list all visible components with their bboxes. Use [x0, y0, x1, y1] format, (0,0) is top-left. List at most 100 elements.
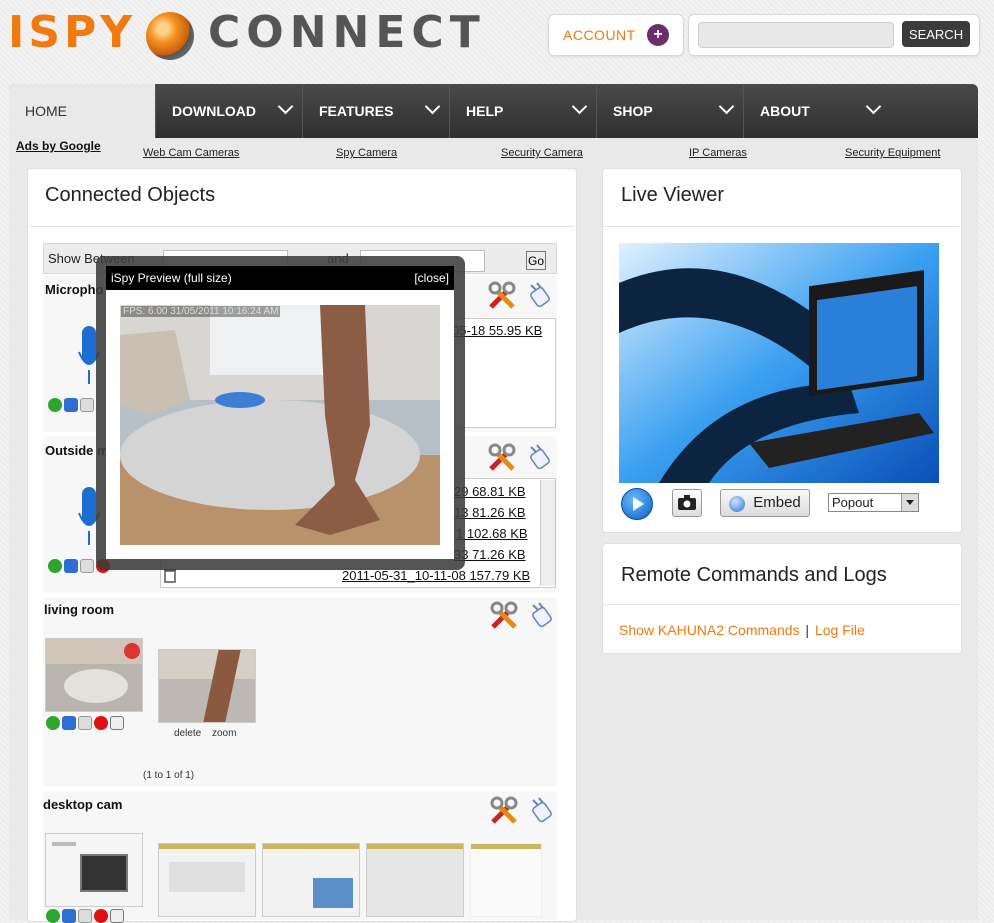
nav-features-label: FEATURES	[319, 103, 394, 119]
log-icon[interactable]	[80, 559, 94, 573]
trash-icon[interactable]	[62, 716, 76, 730]
embed-label: Embed	[753, 494, 801, 512]
delete-link[interactable]: delete	[174, 728, 201, 739]
account-plus-icon[interactable]: +	[647, 24, 669, 46]
tools-icon[interactable]	[487, 281, 517, 311]
camera-controls	[46, 909, 124, 923]
snapshot-button[interactable]	[672, 489, 702, 517]
live-viewer-title: Live Viewer	[621, 184, 725, 206]
power-icon[interactable]	[48, 398, 62, 412]
trash-icon[interactable]	[62, 909, 76, 923]
connected-objects-title: Connected Objects	[45, 184, 216, 206]
nav-features[interactable]: FEATURES	[303, 84, 450, 138]
tools-icon[interactable]	[489, 796, 519, 826]
record-icon[interactable]	[94, 909, 108, 923]
section-title: living room	[44, 602, 115, 617]
nav-home[interactable]: HOME	[9, 84, 156, 138]
preview-header: iSpy Preview (full size) [close]	[106, 266, 454, 290]
plug-icon[interactable]	[527, 601, 557, 631]
power-icon[interactable]	[46, 909, 60, 923]
section-title: Micropho	[45, 282, 104, 297]
popout-select[interactable]: Popout	[828, 493, 919, 512]
section-title: desktop cam	[43, 797, 123, 812]
mic-controls	[48, 398, 94, 412]
camera-icon	[678, 495, 696, 510]
logo-text-ispy[interactable]: ISPY	[8, 8, 136, 58]
ad-link[interactable]: Spy Camera	[336, 147, 397, 159]
nav-about-label: ABOUT	[760, 103, 810, 119]
snapshot-thumbnail[interactable]	[158, 843, 256, 917]
zoom-link[interactable]: zoom	[212, 728, 236, 739]
nav-shop-label: SHOP	[613, 103, 653, 119]
popout-value: Popout	[832, 495, 874, 510]
chevron-down-icon	[718, 98, 735, 115]
link-separator: |	[805, 622, 810, 638]
chevron-down-icon	[571, 98, 588, 115]
play-icon	[633, 497, 644, 511]
play-button[interactable]	[621, 488, 653, 520]
preview-title: iSpy Preview (full size)	[111, 271, 232, 285]
chevron-down-icon	[865, 98, 882, 115]
camera-icon[interactable]	[110, 716, 124, 730]
embed-icon	[729, 495, 746, 512]
search-input[interactable]	[698, 22, 894, 48]
preview-image[interactable]	[120, 305, 440, 545]
divider	[603, 604, 959, 605]
remote-commands-title: Remote Commands and Logs	[621, 564, 887, 586]
power-icon[interactable]	[46, 716, 60, 730]
record-icon[interactable]	[94, 716, 108, 730]
nav-help-label: HELP	[466, 103, 504, 119]
snapshot-thumbnail[interactable]	[158, 649, 256, 723]
chevron-down-icon	[901, 494, 918, 511]
divider	[28, 226, 574, 227]
live-viewer-image[interactable]	[619, 243, 939, 483]
nav-shop[interactable]: SHOP	[597, 84, 744, 138]
camera-thumbnail[interactable]	[45, 638, 143, 712]
search-button[interactable]: SEARCH	[902, 21, 970, 47]
camera-controls	[46, 716, 124, 730]
chevron-down-icon	[277, 98, 294, 115]
power-icon[interactable]	[48, 559, 62, 573]
ad-link[interactable]: IP Cameras	[689, 147, 747, 159]
log-file-link[interactable]: Log File	[815, 622, 865, 638]
camera-icon[interactable]	[110, 909, 124, 923]
tools-icon[interactable]	[489, 601, 519, 631]
embed-button[interactable]: Embed	[720, 489, 810, 517]
go-button[interactable]: Go	[526, 251, 546, 270]
file-link[interactable]: 05-18 55.95 KB	[452, 323, 542, 338]
nav-download[interactable]: DOWNLOAD	[156, 84, 303, 138]
ad-link[interactable]: Web Cam Cameras	[143, 147, 239, 159]
plug-icon[interactable]	[525, 281, 555, 311]
log-icon[interactable]	[78, 716, 92, 730]
preview-close-button[interactable]: [close]	[414, 266, 449, 290]
plug-icon[interactable]	[525, 443, 555, 473]
account-link[interactable]: ACCOUNT	[563, 27, 636, 43]
snapshot-thumbnail[interactable]	[262, 843, 360, 917]
show-commands-link[interactable]: Show KAHUNA2 Commands	[619, 622, 800, 638]
file-link[interactable]: 1 102.68 KB	[456, 526, 528, 541]
snapshot-thumbnail[interactable]	[366, 843, 464, 917]
pager-text: (1 to 1 of 1)	[143, 770, 195, 781]
logo-icon	[146, 12, 194, 60]
log-icon[interactable]	[78, 909, 92, 923]
snapshot-thumbnail[interactable]	[470, 843, 542, 917]
tools-icon[interactable]	[487, 443, 517, 473]
nav-about[interactable]: ABOUT	[744, 84, 891, 138]
chevron-down-icon	[424, 98, 441, 115]
remote-links: Show KAHUNA2 Commands | Log File	[619, 622, 865, 638]
ads-title[interactable]: Ads by Google	[16, 139, 101, 153]
scrollbar[interactable]	[540, 480, 555, 586]
ad-link[interactable]: Security Equipment	[845, 147, 940, 159]
ad-link[interactable]: Security Camera	[501, 147, 583, 159]
nav-download-label: DOWNLOAD	[172, 103, 256, 119]
log-icon[interactable]	[80, 398, 94, 412]
plug-icon[interactable]	[527, 796, 557, 826]
camera-thumbnail[interactable]	[45, 833, 143, 907]
trash-icon[interactable]	[64, 398, 78, 412]
file-link[interactable]: 2011-05-31_10-11-08 157.79 KB	[342, 568, 530, 583]
nav-help[interactable]: HELP	[450, 84, 597, 138]
logo-text-connect[interactable]: CONNECT	[208, 8, 486, 58]
fps-overlay: FPS: 6.00 31/05/2011 10:16:24 AM	[121, 306, 281, 317]
trash-icon[interactable]	[64, 559, 78, 573]
divider	[603, 226, 959, 227]
